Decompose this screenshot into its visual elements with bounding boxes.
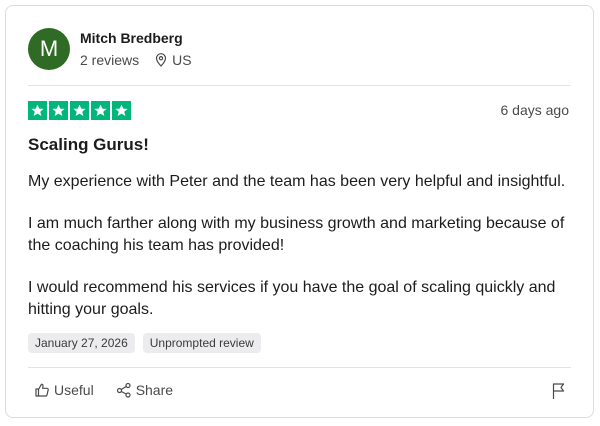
reviewer-header: M Mitch Bredberg 2 reviews US — [28, 28, 192, 70]
unprompted-review-badge[interactable]: Unprompted review — [142, 333, 261, 353]
review-card: M Mitch Bredberg 2 reviews US 6 days ago… — [5, 5, 594, 418]
reviewer-location: US — [155, 52, 192, 68]
divider — [28, 85, 571, 86]
reviewer-name[interactable]: Mitch Bredberg — [80, 30, 192, 46]
useful-label: Useful — [54, 382, 94, 398]
review-paragraph: I would recommend his services if you ha… — [28, 279, 556, 318]
star-icon — [112, 101, 131, 120]
useful-button[interactable]: Useful — [34, 382, 94, 398]
review-title[interactable]: Scaling Gurus! — [28, 135, 149, 155]
location-pin-icon — [156, 53, 167, 67]
reviewer-meta: 2 reviews US — [80, 52, 192, 68]
share-label: Share — [135, 382, 174, 398]
star-rating — [28, 101, 133, 120]
share-icon — [116, 382, 131, 398]
star-icon — [91, 101, 110, 120]
reviewer-country: US — [172, 52, 192, 68]
star-icon — [70, 101, 89, 120]
review-body: My experience with Peter and the team ha… — [28, 171, 568, 341]
review-paragraph: I am much farther along with my business… — [28, 215, 565, 254]
share-button[interactable]: Share — [116, 382, 173, 398]
review-date-ago: 6 days ago — [500, 102, 570, 118]
experience-date-badge: January 27, 2026 — [28, 333, 135, 353]
thumbs-up-icon — [35, 383, 49, 397]
avatar[interactable]: M — [28, 28, 70, 70]
flag-icon — [552, 383, 565, 399]
review-actions: Useful Share — [34, 382, 195, 398]
star-icon — [49, 101, 68, 120]
report-flag-button[interactable] — [551, 382, 567, 405]
star-icon — [28, 101, 47, 120]
review-paragraph: My experience with Peter and the team ha… — [28, 173, 566, 190]
divider — [28, 367, 571, 368]
reviewer-info: Mitch Bredberg 2 reviews US — [80, 30, 192, 68]
review-tags: January 27, 2026 Unprompted review — [28, 333, 269, 353]
review-count: 2 reviews — [80, 52, 140, 68]
